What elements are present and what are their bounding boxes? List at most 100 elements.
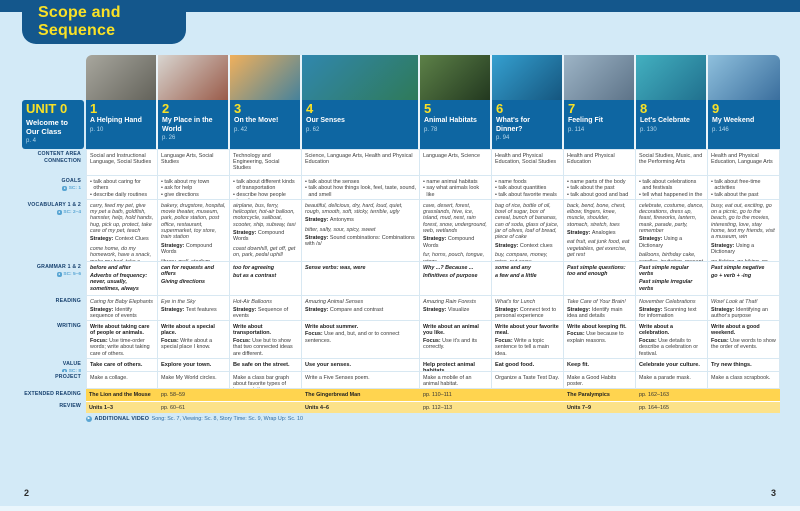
vocabulary-words: bakery, drugstore, hospital, movie theat…	[161, 203, 226, 241]
value-text: Explore your town.	[161, 362, 226, 369]
sc-badge: ●SC: 1	[62, 186, 81, 191]
goal-item: •name parts of the body	[567, 179, 632, 185]
bullet-glyph: •	[161, 192, 163, 198]
vocabulary-words: carry, feed my pet, give my pet a bath, …	[90, 203, 154, 235]
unit-9-content-area-cell: Health and Physical Education, Language …	[708, 149, 780, 176]
unit-7-extended-reading-cell: The Paralympics	[564, 389, 636, 401]
unit-5-writing-cell: Write about an animal you like.Focus: Us…	[420, 321, 492, 359]
row-label-text: READING	[56, 298, 81, 305]
unit-2-content-area-cell: Language Arts, Social Studies	[158, 149, 230, 176]
strategy-line: Focus: Use details to describe a celebra…	[639, 338, 704, 357]
review-text: pp. 112–113	[423, 405, 452, 411]
unit-0-title: Welcome to Our Class	[26, 118, 80, 136]
strategy-line: Strategy: Context Clues	[90, 236, 154, 242]
bullet-glyph: •	[423, 179, 425, 185]
strategy-line: Focus: Use and, but, and or to connect s…	[305, 331, 416, 344]
grammar-item: but as a contrast	[233, 273, 298, 279]
goal-item: •ask for help	[161, 185, 226, 191]
goal-text: talk about good and bad habits	[570, 192, 632, 200]
unit-8-extended-reading-cell: pp. 162–163	[636, 389, 708, 401]
goal-text: name foods	[498, 179, 526, 185]
value-text: Try new things.	[711, 362, 776, 369]
unit-1-review-cell: Units 1–3	[86, 401, 158, 413]
bullet-glyph: •	[711, 179, 713, 192]
strategy-line: Focus: Use it's and its correctly.	[423, 338, 488, 351]
unit-7-review-cell: Units 7–9	[564, 401, 636, 413]
strategy-label: Strategy:	[305, 235, 330, 241]
sc-badge-text: SC: 2–4	[63, 210, 81, 215]
value-text: Use your senses.	[305, 362, 416, 369]
extended-reading-text: The Paralympics	[567, 392, 610, 398]
unit-3-project-cell: Make a class bar graph about favorite ty…	[230, 372, 302, 389]
unit-2-review-cell: pp. 60–61	[158, 401, 230, 413]
unit-1-grammar-cell: before and afterAdverbs of frequency: ne…	[86, 262, 158, 296]
grammar-item: Past simple regular verbs	[639, 265, 704, 278]
row-label-extended-reading: EXTENDED READING	[22, 389, 86, 401]
review-text: pp. 164–165	[639, 405, 669, 411]
unit-8-number: 8	[640, 102, 702, 116]
unit-1-reading-cell: Caring for Baby ElephantsStrategy: Ident…	[86, 296, 158, 321]
unit-5-content-area-cell: Language Arts, Science	[420, 149, 492, 176]
strategy-line: Strategy: Compound Words	[233, 230, 298, 243]
unit-9-goals-cell: •talk about free-time activities•talk ab…	[708, 176, 780, 200]
row-label-vocabulary-1-2: VOCABULARY 1 & 2●SC: 2–4	[22, 200, 86, 262]
strategy-label: Strategy:	[90, 236, 115, 242]
row-label-text: REVIEW	[59, 403, 81, 410]
unit-8-page: p. 130	[640, 127, 702, 133]
unit-6-header: 6What's for Dinner?p. 94	[492, 100, 564, 149]
unit-2-photo	[158, 55, 230, 100]
reading-title: Wow! Look at That!	[711, 299, 776, 305]
bullet-glyph: •	[90, 179, 92, 192]
unit-9-page: p. 146	[712, 127, 776, 133]
goal-item: •describe how people travel	[233, 192, 298, 200]
unit-5-goals-cell: •name animal habitats•say what animals l…	[420, 176, 492, 200]
goal-item: •talk about the past	[711, 192, 776, 198]
unit-3-goals-cell: •talk about different kinds of transport…	[230, 176, 302, 200]
strategy-line: Strategy: Identify main idea and details	[567, 307, 632, 320]
grammar-item: too for agreeing	[233, 265, 298, 271]
grammar-item: Why ...? Because ...	[423, 265, 488, 271]
writing-title: Write about transportation.	[233, 324, 298, 337]
unit-2-title: My Place in the World	[162, 117, 224, 134]
unit-9-project-cell: Make a class scrapbook.	[708, 372, 780, 389]
strategy-label: Strategy:	[639, 236, 664, 242]
unit-4-writing-cell: Write about summer.Focus: Use and, but, …	[302, 321, 420, 359]
unit-6-project-cell: Organize a Taste Test Day.	[492, 372, 564, 389]
unit-9-header: 9My Weekendp. 146	[708, 100, 780, 149]
vocabulary-words: buy, compare, money, price, put away	[495, 252, 560, 262]
goal-text: name parts of the body	[570, 179, 625, 185]
extended-reading-text: The Lion and the Mouse	[89, 392, 151, 398]
unit-3-review-cell	[230, 401, 302, 413]
unit-3-extended-reading-cell	[230, 389, 302, 401]
goal-item: •talk about the senses	[305, 179, 416, 185]
goal-item: •say what animals look like	[423, 185, 488, 198]
unit-1-photo	[86, 55, 158, 100]
goal-item: •talk about good and bad habits	[567, 192, 632, 200]
writing-title: Write about a special place.	[161, 324, 226, 337]
goal-item: •talk about favorite meals	[495, 192, 560, 198]
strategy-line: Focus: Use but to show that two connecte…	[233, 338, 298, 357]
unit-4-grammar-cell: Sense verbs: was, were	[302, 262, 420, 296]
unit-4-photo	[302, 55, 420, 100]
extended-reading-text: pp. 58–59	[161, 392, 185, 398]
sc-badge-icon: ●	[57, 210, 62, 215]
goal-item: •talk about quantities	[495, 185, 560, 191]
sc-badge-text: SC: 1	[69, 186, 81, 191]
bullet-glyph: •	[161, 185, 163, 191]
strategy-line: Focus: Write a topic sentence to tell a …	[495, 338, 560, 357]
strategy-line: Focus: Use because to explain reasons.	[567, 331, 632, 344]
row-label-writing: WRITING	[22, 321, 86, 359]
value-text: Be safe on the street.	[233, 362, 298, 369]
writing-title: Write about a celebration.	[639, 324, 704, 337]
grammar-item: can for requests and offers	[161, 265, 226, 278]
sc-badge: ●SC: 5–6	[57, 272, 81, 277]
goal-text: tell what happened in the past	[642, 192, 704, 200]
strategy-line: Focus: Use time-order words; write about…	[90, 338, 154, 357]
strategy-line: Strategy: Compound Words	[161, 243, 226, 256]
reading-title: Amazing Rain Forests	[423, 299, 488, 305]
unit-7-header: 7Feeling Fitp. 114	[564, 100, 636, 149]
grammar-item: Past simple negative	[711, 265, 776, 271]
strategy-line: Strategy: Using a Dictionary	[711, 243, 776, 256]
bullet-glyph: •	[639, 192, 641, 200]
page-number-right: 3	[771, 488, 776, 498]
